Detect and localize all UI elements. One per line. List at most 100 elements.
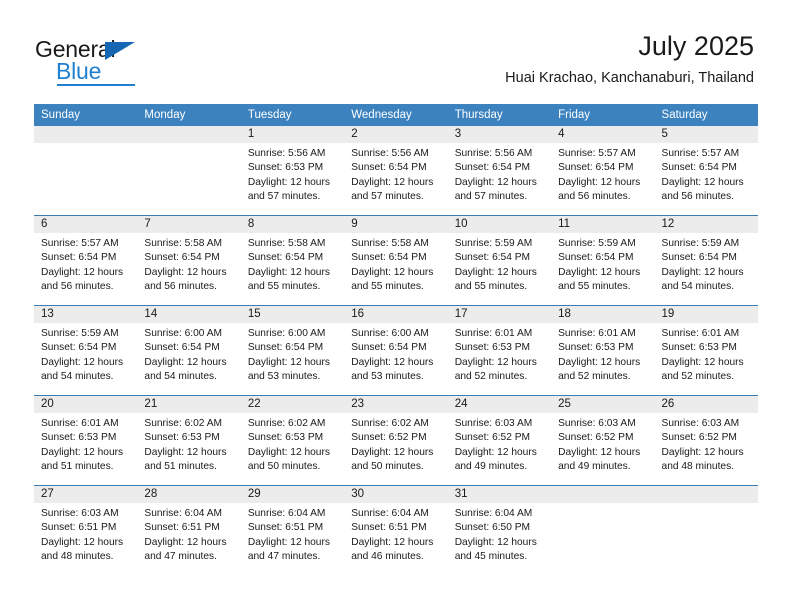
- day-cell[interactable]: Sunrise: 6:02 AM Sunset: 6:52 PM Daylight:…: [344, 413, 447, 485]
- day-number[interactable]: 15: [241, 306, 344, 323]
- day-cell[interactable]: Sunrise: 6:01 AM Sunset: 6:53 PM Daylight:…: [551, 323, 654, 395]
- day-number[interactable]: 22: [241, 396, 344, 413]
- day-detail-line: Sunset: 6:54 PM: [247, 252, 324, 264]
- day-cell[interactable]: Sunrise: 6:04 AM Sunset: 6:50 PM Daylight:…: [448, 503, 551, 575]
- day-detail-line: Sunset: 6:53 PM: [41, 432, 117, 444]
- day-cell[interactable]: Sunrise: 6:02 AM Sunset: 6:53 PM Daylight:…: [241, 413, 344, 485]
- day-cell[interactable]: Sunrise: 6:03 AM Sunset: 6:52 PM Daylight:…: [655, 413, 758, 485]
- day-number[interactable]: 29: [241, 486, 344, 503]
- day-cell[interactable]: Sunrise: 6:02 AM Sunset: 6:53 PM Daylight:…: [137, 413, 240, 485]
- day-number[interactable]: 1: [241, 126, 344, 143]
- day-detail-line: Sunset: 6:52 PM: [351, 432, 427, 444]
- day-detail-line: Daylight: 12 hours: [144, 446, 227, 458]
- day-cell[interactable]: Sunrise: 6:01 AM Sunset: 6:53 PM Daylight:…: [655, 323, 758, 395]
- day-cell[interactable]: Sunrise: 6:03 AM Sunset: 6:52 PM Daylight:…: [448, 413, 551, 485]
- day-detail-line: Sunset: 6:53 PM: [247, 162, 324, 174]
- day-number[interactable]: 24: [448, 396, 551, 413]
- day-cell[interactable]: Sunrise: 5:56 AM Sunset: 6:53 PM Daylight:…: [241, 143, 344, 215]
- day-number[interactable]: 8: [241, 216, 344, 233]
- day-cell[interactable]: Sunrise: 6:01 AM Sunset: 6:53 PM Daylight:…: [448, 323, 551, 395]
- day-number[interactable]: 18: [551, 306, 654, 323]
- day-cell[interactable]: Sunrise: 6:04 AM Sunset: 6:51 PM Daylight:…: [137, 503, 240, 575]
- day-cell[interactable]: Sunrise: 5:58 AM Sunset: 6:54 PM Daylight:…: [241, 233, 344, 305]
- day-cell[interactable]: Sunrise: 5:57 AM Sunset: 6:54 PM Daylight:…: [551, 143, 654, 215]
- day-number[interactable]: 30: [344, 486, 447, 503]
- day-number[interactable]: 4: [551, 126, 654, 143]
- day-detail-line: Daylight: 12 hours: [454, 176, 537, 188]
- day-detail-line: Sunset: 6:50 PM: [454, 522, 531, 534]
- day-number[interactable]: 5: [655, 126, 758, 143]
- week-detail-row: Sunrise: 6:01 AM Sunset: 6:53 PM Daylight:…: [34, 413, 758, 485]
- day-number[interactable]: 25: [551, 396, 654, 413]
- day-detail-line: Sunset: 6:52 PM: [454, 432, 531, 444]
- day-cell[interactable]: Sunrise: 6:04 AM Sunset: 6:51 PM Daylight:…: [344, 503, 447, 575]
- day-detail-line: Sunrise: 6:00 AM: [247, 328, 326, 339]
- day-cell[interactable]: Sunrise: 6:00 AM Sunset: 6:54 PM Daylight:…: [137, 323, 240, 395]
- day-number[interactable]: 28: [137, 486, 240, 503]
- day-number[interactable]: 19: [655, 306, 758, 323]
- day-detail-line: Daylight: 12 hours: [454, 266, 537, 278]
- day-number[interactable]: 11: [551, 216, 654, 233]
- day-cell[interactable]: Sunrise: 6:00 AM Sunset: 6:54 PM Daylight:…: [344, 323, 447, 395]
- day-detail-line: Sunset: 6:54 PM: [41, 342, 117, 354]
- day-number[interactable]: 20: [34, 396, 137, 413]
- day-cell[interactable]: Sunrise: 5:57 AM Sunset: 6:54 PM Daylight:…: [655, 143, 758, 215]
- weekday-header-tuesday: Tuesday: [247, 109, 292, 121]
- day-number[interactable]: 23: [344, 396, 447, 413]
- day-detail-line: Sunrise: 6:03 AM: [558, 418, 636, 429]
- day-detail-line: and 56 minutes.: [144, 281, 217, 293]
- day-cell[interactable]: Sunrise: 6:04 AM Sunset: 6:51 PM Daylight:…: [241, 503, 344, 575]
- day-detail-line: Daylight: 12 hours: [247, 536, 330, 548]
- day-cell[interactable]: Sunrise: 5:56 AM Sunset: 6:54 PM Daylight:…: [448, 143, 551, 215]
- day-number[interactable]: 14: [137, 306, 240, 323]
- day-number[interactable]: 10: [448, 216, 551, 233]
- day-number[interactable]: 7: [137, 216, 240, 233]
- calendar-week-row: 1 2 3 4 5 Sunrise: 5:56 AM Sunset: 6:53 PM Dayl…: [34, 126, 758, 215]
- page-header: General Blue July 2025 Huai Krachao, Kan…: [0, 0, 792, 100]
- weekday-header-sunday: Sunday: [41, 109, 81, 121]
- day-cell[interactable]: Sunrise: 6:01 AM Sunset: 6:53 PM Daylight:…: [34, 413, 137, 485]
- day-cell[interactable]: Sunrise: 5:57 AM Sunset: 6:54 PM Daylight:…: [34, 233, 137, 305]
- day-detail-line: Daylight: 12 hours: [41, 446, 124, 458]
- day-detail-line: and 48 minutes.: [41, 551, 114, 563]
- day-detail-line: and 50 minutes.: [247, 461, 321, 473]
- day-detail-line: and 57 minutes.: [454, 191, 528, 203]
- day-cell[interactable]: Sunrise: 6:03 AM Sunset: 6:51 PM Daylight:…: [34, 503, 137, 575]
- day-number[interactable]: 12: [655, 216, 758, 233]
- day-detail-line: Daylight: 12 hours: [144, 266, 227, 278]
- day-detail-line: Sunset: 6:53 PM: [454, 342, 531, 354]
- day-detail-line: Sunset: 6:54 PM: [558, 252, 634, 264]
- day-cell[interactable]: Sunrise: 5:56 AM Sunset: 6:54 PM Daylight:…: [344, 143, 447, 215]
- day-cell[interactable]: Sunrise: 5:59 AM Sunset: 6:54 PM Daylight:…: [448, 233, 551, 305]
- day-detail-line: Sunrise: 6:02 AM: [351, 418, 429, 429]
- day-cell[interactable]: Sunrise: 6:00 AM Sunset: 6:54 PM Daylight:…: [241, 323, 344, 395]
- day-detail-line: Sunrise: 5:59 AM: [41, 328, 119, 339]
- day-number[interactable]: 21: [137, 396, 240, 413]
- day-cell[interactable]: Sunrise: 5:59 AM Sunset: 6:54 PM Daylight:…: [551, 233, 654, 305]
- day-cell[interactable]: Sunrise: 6:03 AM Sunset: 6:52 PM Daylight:…: [551, 413, 654, 485]
- day-cell-empty: [551, 503, 654, 575]
- day-detail-line: Daylight: 12 hours: [558, 176, 641, 188]
- day-detail-line: Daylight: 12 hours: [558, 266, 641, 278]
- page-subtitle: Huai Krachao, Kanchanaburi, Thailand: [505, 70, 754, 86]
- day-cell[interactable]: Sunrise: 5:58 AM Sunset: 6:54 PM Daylight:…: [137, 233, 240, 305]
- day-number[interactable]: 2: [344, 126, 447, 143]
- day-number[interactable]: 6: [34, 216, 137, 233]
- day-detail-line: Daylight: 12 hours: [41, 266, 124, 278]
- day-cell[interactable]: Sunrise: 5:58 AM Sunset: 6:54 PM Daylight:…: [344, 233, 447, 305]
- day-number[interactable]: 13: [34, 306, 137, 323]
- day-number[interactable]: 26: [655, 396, 758, 413]
- day-detail-line: Daylight: 12 hours: [454, 446, 537, 458]
- calendar-page: General Blue July 2025 Huai Krachao, Kan…: [0, 0, 792, 612]
- day-number[interactable]: 9: [344, 216, 447, 233]
- day-number[interactable]: 16: [344, 306, 447, 323]
- day-cell[interactable]: Sunrise: 5:59 AM Sunset: 6:54 PM Daylight:…: [655, 233, 758, 305]
- day-number[interactable]: 31: [448, 486, 551, 503]
- day-detail-line: and 51 minutes.: [41, 461, 114, 473]
- day-detail-line: Sunset: 6:52 PM: [558, 432, 634, 444]
- day-cell[interactable]: Sunrise: 5:59 AM Sunset: 6:54 PM Daylight:…: [34, 323, 137, 395]
- day-detail-line: Sunset: 6:54 PM: [144, 342, 220, 354]
- day-number[interactable]: 17: [448, 306, 551, 323]
- day-number[interactable]: 3: [448, 126, 551, 143]
- day-number[interactable]: 27: [34, 486, 137, 503]
